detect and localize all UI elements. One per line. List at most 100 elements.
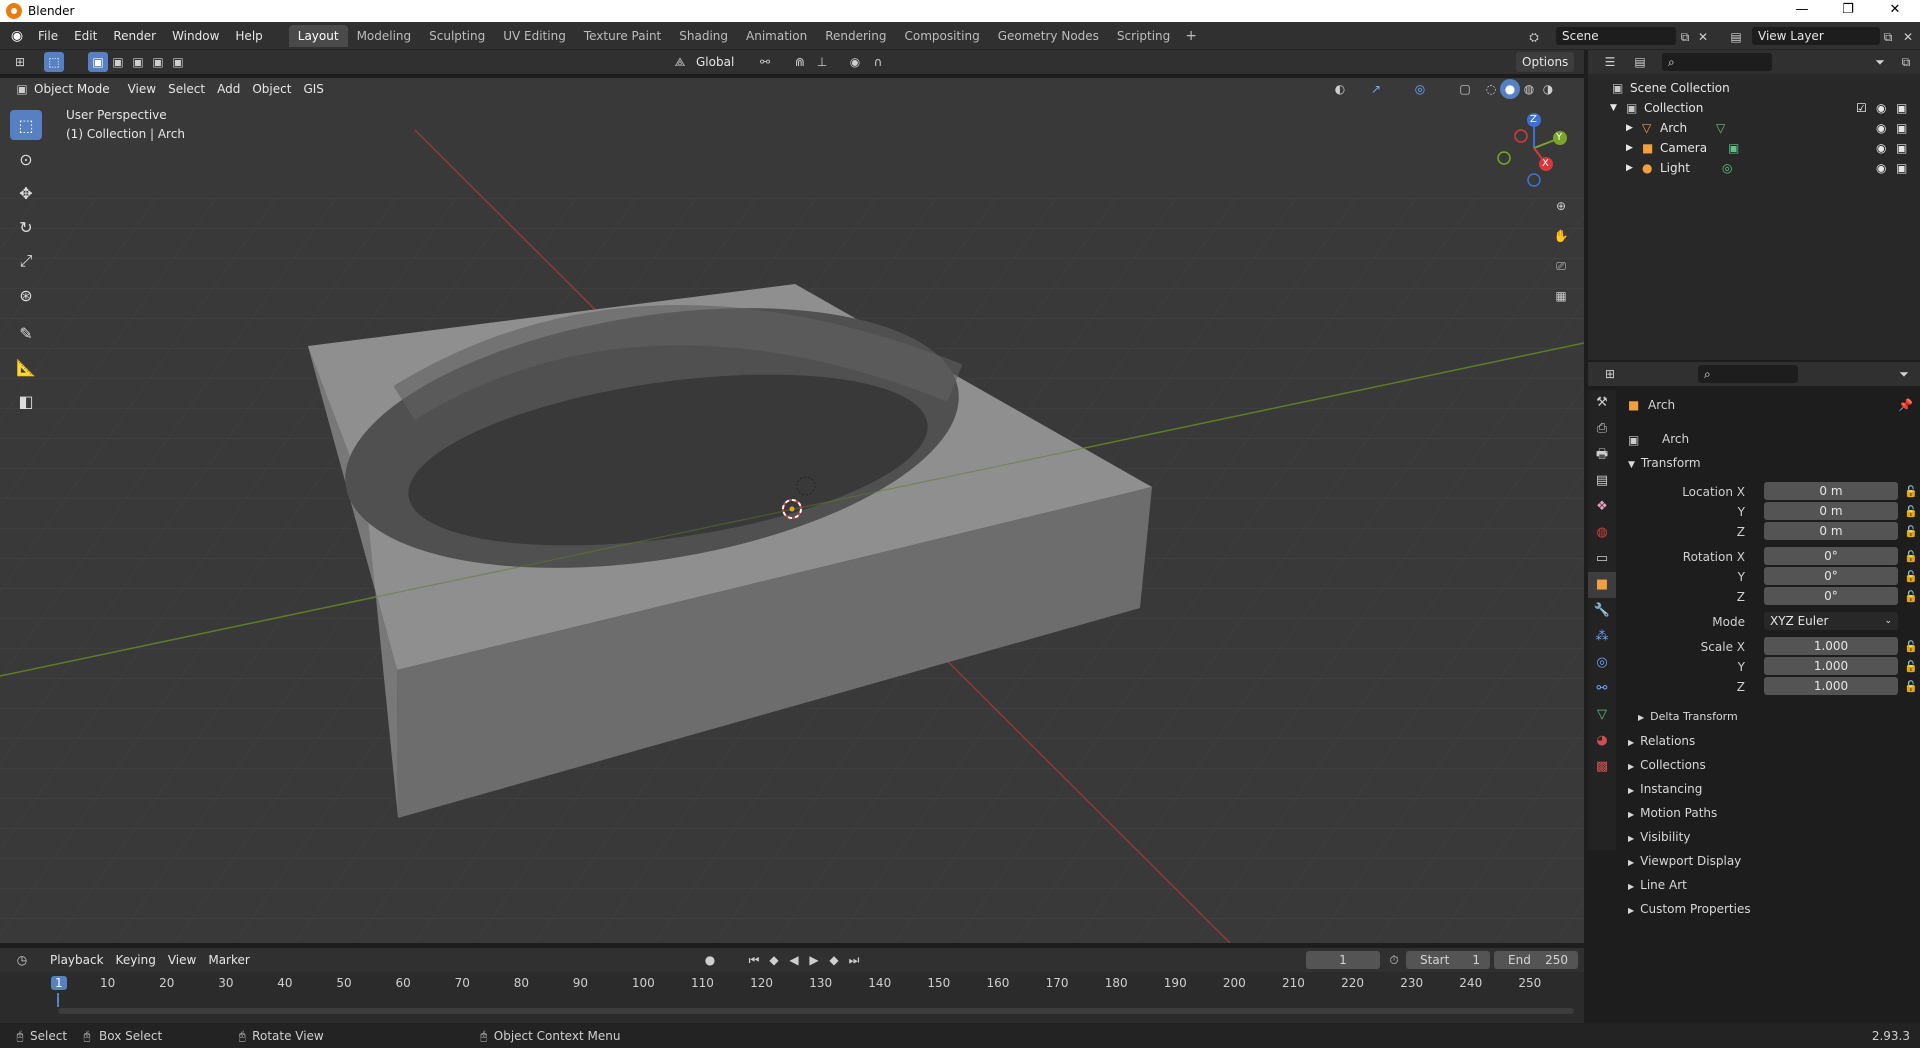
close-icon[interactable]: ✕ (1872, 0, 1918, 22)
viewport-menu-gis[interactable]: GIS (297, 79, 329, 99)
relations-panel[interactable]: ▶ Relations (1628, 730, 1695, 752)
output-tab-icon[interactable]: 🖶 (1588, 442, 1616, 468)
scene-tab-icon[interactable]: ❖ (1588, 494, 1616, 520)
lock-location-x-icon[interactable]: 🔓 (1904, 482, 1918, 502)
play-icon[interactable]: ▶ (804, 950, 824, 970)
location-y-field[interactable]: 0 m (1764, 502, 1898, 520)
time-stopwatch-icon[interactable]: ⏱ (1384, 950, 1404, 970)
zoom-icon[interactable]: ⊕ (1551, 196, 1571, 216)
texture-tab-icon[interactable]: ▩ (1588, 754, 1616, 780)
view-layer-tab-icon[interactable]: ▤ (1588, 468, 1616, 494)
properties-options-icon[interactable]: ⏷ (1894, 364, 1914, 384)
select-box-tool-icon[interactable]: ⬚ (10, 110, 42, 140)
expand-light-icon[interactable]: ▶ (1626, 158, 1633, 178)
delete-view-layer-icon[interactable]: ✕ (1898, 27, 1918, 47)
expand-camera-icon[interactable]: ▶ (1626, 138, 1633, 158)
lock-location-z-icon[interactable]: 🔓 (1904, 522, 1918, 542)
display-mode-icon[interactable]: ▤ (1630, 52, 1650, 72)
proportional-edit-icon[interactable]: ◉ (845, 52, 865, 72)
light-render-icon[interactable]: ▣ (1896, 158, 1907, 178)
lock-rotation-x-icon[interactable]: 🔓 (1904, 547, 1918, 567)
lock-rotation-z-icon[interactable]: 🔓 (1904, 587, 1918, 607)
tab-modeling[interactable]: Modeling (348, 25, 421, 47)
viewport-menu-add[interactable]: Add (211, 79, 246, 99)
menu-window[interactable]: Window (164, 25, 227, 47)
arch-render-icon[interactable]: ▣ (1896, 118, 1907, 138)
physics-tab-icon[interactable]: ◎ (1588, 650, 1616, 676)
tab-uv-editing[interactable]: UV Editing (494, 25, 575, 47)
scene-name-field[interactable]: Scene (1556, 27, 1676, 45)
line-art-panel[interactable]: ▶ Line Art (1628, 874, 1687, 896)
add-cube-tool-icon[interactable]: ◧ (10, 386, 42, 416)
pin-icon[interactable]: 📌 (1898, 395, 1913, 415)
lock-scale-y-icon[interactable]: 🔓 (1904, 657, 1918, 677)
solid-shading-icon[interactable]: ● (1500, 79, 1520, 99)
3d-viewport[interactable]: User Perspective (1) Collection | Arch Z… (0, 78, 1584, 943)
lock-scale-z-icon[interactable]: 🔓 (1904, 677, 1918, 697)
transform-panel-header[interactable]: ▼ Transform (1628, 452, 1701, 474)
editor-type-icon[interactable]: ⊞ (10, 52, 30, 72)
menu-file[interactable]: File (30, 25, 66, 47)
pivot-point-icon[interactable]: ⚯ (755, 52, 775, 72)
modifier-tab-icon[interactable]: 🔧 (1588, 598, 1616, 624)
object-name-field[interactable]: Arch (1656, 430, 1908, 448)
menu-help[interactable]: Help (227, 25, 270, 47)
jump-end-icon[interactable]: ⏭ (844, 950, 864, 970)
instancing-panel[interactable]: ▶ Instancing (1628, 778, 1702, 800)
lock-rotation-y-icon[interactable]: 🔓 (1904, 567, 1918, 587)
menu-edit[interactable]: Edit (66, 25, 105, 47)
camera-render-icon[interactable]: ▣ (1896, 138, 1907, 158)
rotation-z-field[interactable]: 0° (1764, 587, 1898, 605)
select-mode-extend-icon[interactable]: ▣ (108, 52, 128, 72)
tab-scripting[interactable]: Scripting (1108, 25, 1179, 47)
timeline-editor-icon[interactable]: ◷ (12, 950, 32, 970)
outliner-item-arch[interactable]: ▶ ▽ Arch ▽ ◉ ▣ (1588, 118, 1920, 138)
outliner-item-camera[interactable]: ▶ ■ Camera ▣ ◉ ▣ (1588, 138, 1920, 158)
viewport-display-panel[interactable]: ▶ Viewport Display (1628, 850, 1741, 872)
viewport-menu-view[interactable]: View (122, 79, 162, 99)
outliner-scene-collection[interactable]: ▣ Scene Collection (1588, 78, 1920, 98)
camera-view-icon[interactable]: ⎚ (1551, 256, 1571, 276)
particles-tab-icon[interactable]: ⁂ (1588, 624, 1616, 650)
viewport-menu-select[interactable]: Select (162, 79, 211, 99)
new-view-layer-icon[interactable]: ⧉ (1878, 27, 1898, 47)
lock-location-y-icon[interactable]: 🔓 (1904, 502, 1918, 522)
material-shading-icon[interactable]: ◍ (1519, 79, 1539, 99)
outliner-editor-icon[interactable]: ☰ (1600, 52, 1620, 72)
expand-arch-icon[interactable]: ▶ (1626, 118, 1633, 138)
select-mode-invert-icon[interactable]: ▣ (148, 52, 168, 72)
outliner-search-input[interactable]: ⌕ (1662, 53, 1772, 71)
xray-icon[interactable]: ▢ (1455, 79, 1475, 99)
tab-texture-paint[interactable]: Texture Paint (575, 25, 670, 47)
view-layer-field[interactable]: View Layer (1752, 27, 1880, 45)
measure-tool-icon[interactable]: 📐 (10, 352, 42, 382)
snap-icon[interactable]: ⋒ (790, 52, 810, 72)
delete-scene-icon[interactable]: ✕ (1693, 27, 1713, 47)
record-icon[interactable]: ● (700, 950, 720, 970)
arch-eye-icon[interactable]: ◉ (1876, 118, 1886, 138)
minimize-icon[interactable]: — (1779, 0, 1825, 22)
rotation-mode-dropdown[interactable]: XYZ Euler ⌄ (1764, 612, 1898, 630)
viewport-menu-object[interactable]: Object (246, 79, 297, 99)
gizmo-toggle-icon[interactable]: ↗ (1366, 79, 1386, 99)
maximize-icon[interactable]: ❐ (1825, 0, 1871, 22)
scale-z-field[interactable]: 1.000 (1764, 677, 1898, 695)
custom-properties-panel[interactable]: ▶ Custom Properties (1628, 898, 1751, 920)
current-frame-field[interactable]: 1 (1306, 951, 1380, 969)
select-mode-subtract-icon[interactable]: ▣ (128, 52, 148, 72)
end-frame-field[interactable]: End 250 (1494, 951, 1578, 969)
world-tab-icon[interactable]: ◍ (1588, 520, 1616, 546)
wireframe-shading-icon[interactable]: ◌ (1481, 79, 1501, 99)
snap-target-icon[interactable]: ⊥ (812, 52, 832, 72)
camera-eye-icon[interactable]: ◉ (1876, 138, 1886, 158)
keying-menu[interactable]: Keying (110, 950, 162, 970)
transform-orientation-dropdown[interactable]: Global (690, 52, 740, 72)
move-tool-icon[interactable]: ✥ (10, 178, 42, 208)
next-keyframe-icon[interactable]: ◆ (824, 950, 844, 970)
outliner-collection[interactable]: ▼ ▣ Collection ☑ ◉ ▣ (1588, 98, 1920, 118)
object-mode-dropdown[interactable]: Object Mode (32, 79, 116, 99)
constraints-tab-icon[interactable]: ⚯ (1588, 676, 1616, 702)
pan-hand-icon[interactable]: ✋ (1551, 226, 1571, 246)
tool-tab-icon[interactable]: ⚒ (1588, 390, 1616, 416)
tab-sculpting[interactable]: Sculpting (420, 25, 494, 47)
